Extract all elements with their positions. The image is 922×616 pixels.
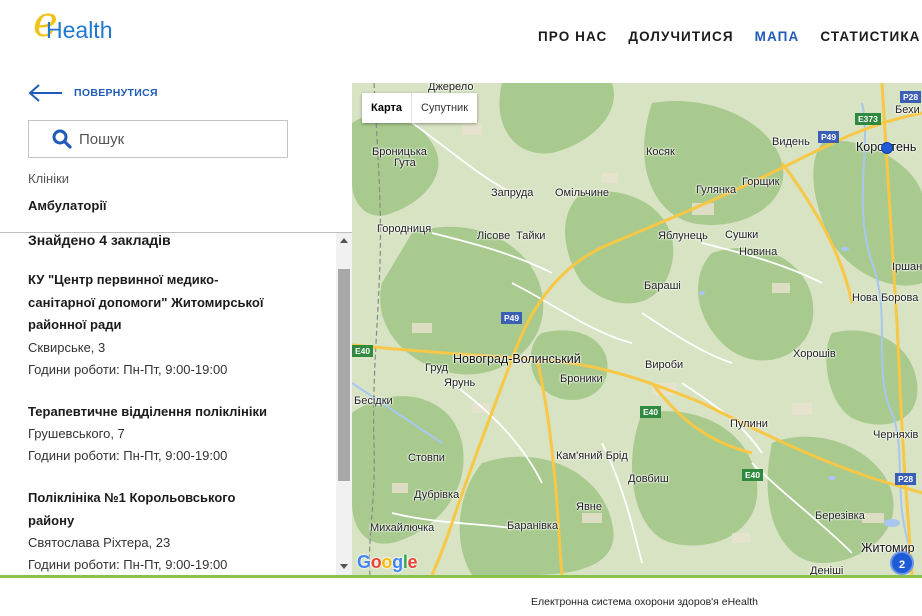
place-label: Баранівка xyxy=(507,520,559,532)
road-shield: P28 xyxy=(900,91,922,103)
road-shield: P28 xyxy=(895,473,917,485)
search-icon xyxy=(52,129,72,149)
place-label: Гулянка xyxy=(696,184,737,196)
facility-hours: Години роботи: Пн-Пт, 9:00-19:00 xyxy=(28,361,228,377)
scroll-down-icon[interactable] xyxy=(340,564,348,569)
place-label: Пулини xyxy=(730,418,768,430)
arrow-left-icon xyxy=(28,84,62,102)
back-button[interactable]: ПОВЕРНУТИСЯ xyxy=(28,83,158,103)
nav-statistics[interactable]: СТАТИСТИКА xyxy=(820,29,920,47)
place-label: Запруда xyxy=(491,187,534,199)
place-label: Джерело xyxy=(428,83,474,93)
place-label: Вироби xyxy=(645,359,684,371)
place-label: Сушки xyxy=(725,229,759,241)
road-shield: P49 xyxy=(818,131,840,143)
facility-address: Грушевського, 7 xyxy=(28,426,125,441)
place-label: Дубрівка xyxy=(414,489,460,501)
results-count: Знайдено 4 закладів xyxy=(28,233,171,248)
place-label: Косяк xyxy=(646,146,675,158)
place-label: Стовпи xyxy=(408,452,445,464)
place-label: Горщик xyxy=(742,176,780,188)
place-label: Довбиш xyxy=(628,473,669,485)
road-shield: E40 xyxy=(640,406,662,418)
place-label: Новина xyxy=(739,246,778,258)
list-item[interactable]: Поліклініка №1 Корольовського району Свя… xyxy=(28,487,333,575)
map-type-map-button[interactable]: Карта xyxy=(362,93,411,123)
list-item[interactable]: КУ "Центр первинної медико-санітарної до… xyxy=(28,269,333,381)
place-label: Броники xyxy=(560,373,603,385)
road-shield: E40 xyxy=(742,469,764,481)
results-scrollbar[interactable] xyxy=(336,233,352,575)
place-label: Черняхів xyxy=(873,429,919,441)
place-label: Деніші xyxy=(810,565,844,575)
facility-address: Сквирське, 3 xyxy=(28,339,106,355)
list-item[interactable]: Терапевтичне відділення поліклініки Груш… xyxy=(28,401,333,468)
facility-name[interactable]: КУ "Центр первинної медико-санітарної до… xyxy=(28,269,278,337)
nav-join[interactable]: ДОЛУЧИТИСЯ xyxy=(628,29,733,47)
road-shield: E40 xyxy=(352,345,374,357)
facility-marker[interactable] xyxy=(881,142,893,154)
place-label: Кам'яний Брід xyxy=(556,450,628,462)
place-label: Нова Борова xyxy=(852,292,919,304)
footer-divider xyxy=(0,575,922,578)
map-base xyxy=(352,83,922,575)
place-label: Іршан xyxy=(892,261,922,273)
results-list[interactable]: Знайдено 4 закладів КУ "Центр первинної … xyxy=(0,233,352,575)
place-label: Яблунець xyxy=(658,230,708,242)
place-label: Ярунь xyxy=(444,377,476,389)
map-type-control: Карта Супутник xyxy=(362,93,478,123)
ehealth-logo[interactable]: e Health xyxy=(33,0,133,46)
place-label: Бехи xyxy=(895,104,920,116)
place-label: Михайлючка xyxy=(370,522,435,534)
main-nav: ПРО НАС ДОЛУЧИТИСЯ МАПА СТАТИСТИКА xyxy=(538,29,922,47)
road-shield: P49 xyxy=(501,312,523,324)
map[interactable]: Карта Супутник Джерело Броницька Гута Ко… xyxy=(352,83,922,575)
category-label: Клініки xyxy=(28,171,70,186)
facility-address: Святослава Ріхтера, 23 xyxy=(28,535,171,550)
scroll-up-icon[interactable] xyxy=(340,238,348,243)
map-type-satellite-button[interactable]: Супутник xyxy=(412,93,477,123)
search-input[interactable] xyxy=(79,130,269,148)
back-label: ПОВЕРНУТИСЯ xyxy=(74,87,158,99)
logo-text: Health xyxy=(46,17,113,43)
facility-hours: Години роботи: Пн-Пт, 9:00-19:00 xyxy=(28,448,228,463)
page: e Health ПРО НАС ДОЛУЧИТИСЯ МАПА СТАТИСТ… xyxy=(0,0,922,616)
facility-name[interactable]: Терапевтичне відділення поліклініки xyxy=(28,401,333,424)
google-logo[interactable]: Google xyxy=(357,552,418,573)
footer-text: Електронна система охорони здоров'я eHea… xyxy=(531,596,758,608)
place-label: Новоград-Волинський xyxy=(453,352,581,366)
scroll-thumb[interactable] xyxy=(338,269,350,481)
place-label: Бесідки xyxy=(354,395,393,407)
road-shield: E373 xyxy=(855,113,881,125)
category-value[interactable]: Амбулаторії xyxy=(28,198,107,213)
place-label: Омільчине xyxy=(555,187,610,199)
place-label: Городниця xyxy=(377,223,432,235)
nav-map[interactable]: МАПА xyxy=(755,29,800,47)
place-label: Хорошів xyxy=(793,348,836,360)
facility-name[interactable]: Поліклініка №1 Корольовського району xyxy=(28,487,248,532)
place-label: Груд xyxy=(425,362,448,374)
facility-hours: Години роботи: Пн-Пт, 9:00-19:00 xyxy=(28,557,228,572)
search-box[interactable] xyxy=(28,120,288,158)
marker-cluster[interactable]: 2 xyxy=(890,551,914,575)
place-label: Тайки xyxy=(516,230,546,242)
place-label: Явне xyxy=(576,501,602,513)
place-label: Бараші xyxy=(644,280,681,292)
nav-about[interactable]: ПРО НАС xyxy=(538,29,607,47)
place-label: Гута xyxy=(394,157,416,169)
place-label: Лісове xyxy=(477,230,511,242)
place-label: Видень xyxy=(772,136,810,148)
place-label: Березівка xyxy=(815,510,865,522)
